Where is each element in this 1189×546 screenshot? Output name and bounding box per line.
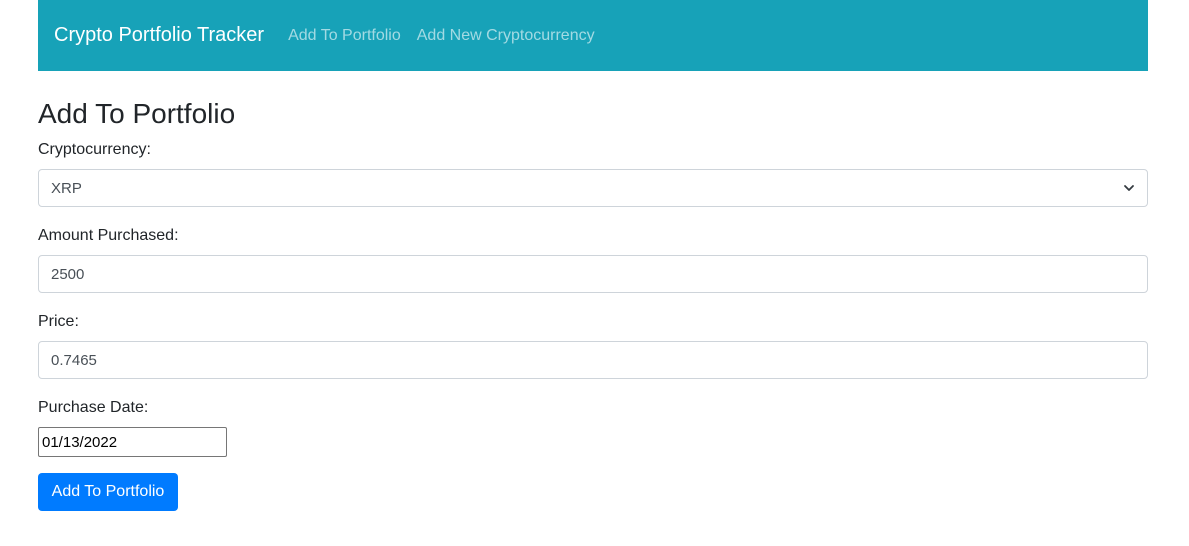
purchase-date-value: 01/13/2022 xyxy=(42,433,118,451)
navbar-brand[interactable]: Crypto Portfolio Tracker xyxy=(54,24,264,47)
price-label: Price: xyxy=(38,313,79,330)
page-container: Crypto Portfolio Tracker Add To Portfoli… xyxy=(38,0,1148,546)
nav-link-add-new-cryptocurrency[interactable]: Add New Cryptocurrency xyxy=(417,27,595,45)
add-to-portfolio-button[interactable]: Add To Portfolio xyxy=(38,473,178,511)
cryptocurrency-select-value: XRP xyxy=(51,179,82,197)
amount-purchased-input[interactable]: 2500 xyxy=(38,255,1148,293)
cryptocurrency-label: Cryptocurrency: xyxy=(38,141,151,158)
page-title: Add To Portfolio xyxy=(38,98,236,129)
chevron-down-icon xyxy=(1123,182,1135,194)
cryptocurrency-select[interactable]: XRP xyxy=(38,169,1148,207)
nav-link-add-to-portfolio[interactable]: Add To Portfolio xyxy=(288,27,401,45)
amount-purchased-value: 2500 xyxy=(51,265,85,283)
purchase-date-label: Purchase Date: xyxy=(38,399,149,416)
purchase-date-input[interactable]: 01/13/2022 xyxy=(38,427,227,457)
navbar: Crypto Portfolio Tracker Add To Portfoli… xyxy=(38,0,1148,71)
price-input[interactable]: 0.7465 xyxy=(38,341,1148,379)
amount-purchased-label: Amount Purchased: xyxy=(38,227,179,244)
price-value: 0.7465 xyxy=(51,351,97,369)
main-content: Add To Portfolio Cryptocurrency: XRP Amo… xyxy=(38,71,1148,546)
